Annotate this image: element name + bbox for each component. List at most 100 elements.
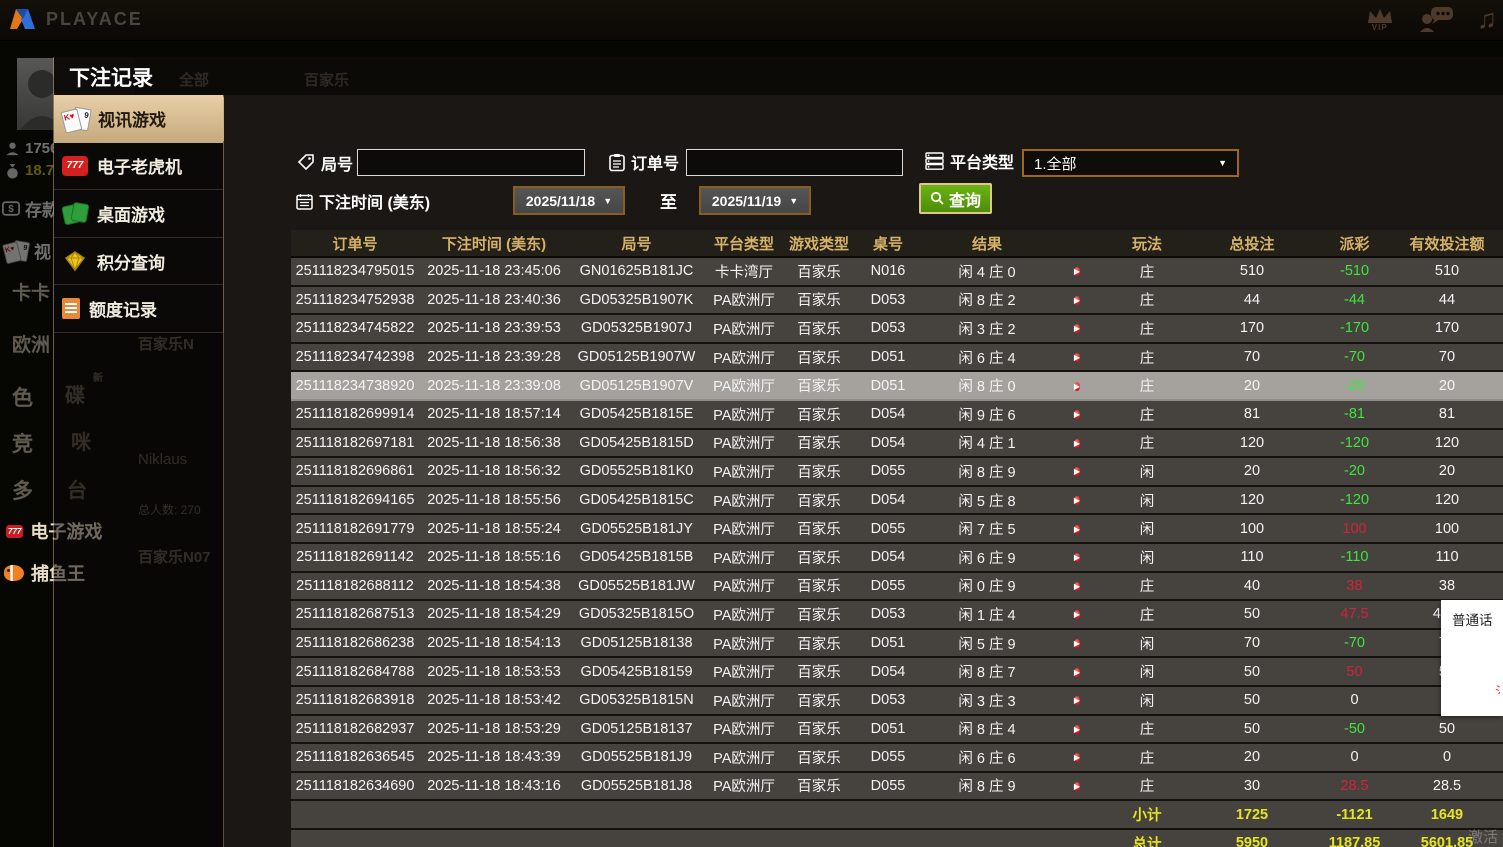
platform-select[interactable]: 1.全部 ▼: [1022, 149, 1239, 177]
chat-button[interactable]: [1419, 5, 1455, 33]
play-button[interactable]: ▶: [1074, 525, 1080, 534]
cell-result: 闲 4 庄 0: [922, 261, 1052, 282]
cell-time: 2025-11-18 18:53:42: [419, 692, 569, 708]
sidebar-item-video-games[interactable]: K♥9 视讯游戏: [54, 95, 223, 143]
cell-payout: -510: [1312, 263, 1397, 279]
table-row[interactable]: 251118234745822 2025-11-18 23:39:53 GD05…: [291, 315, 1503, 344]
cell-platform: PA欧洲厅: [704, 718, 784, 739]
cell-status: 已派彩: [1497, 347, 1503, 368]
cell-valid-bet: 20: [1397, 463, 1497, 479]
cell-wager-type: 庄: [1102, 375, 1192, 396]
cell-result: 闲 8 庄 7: [922, 661, 1052, 682]
cell-time: 2025-11-18 18:53:29: [419, 721, 569, 737]
table-row[interactable]: 251118182699914 2025-11-18 18:57:14 GD05…: [291, 401, 1503, 430]
table-row[interactable]: 251118182688112 2025-11-18 18:54:38 GD05…: [291, 573, 1503, 602]
table-row[interactable]: 251118234795015 2025-11-18 23:45:06 GN01…: [291, 258, 1503, 287]
col-header: 总投注: [1192, 233, 1312, 254]
table-row[interactable]: 251118234752938 2025-11-18 23:40:36 GD05…: [291, 287, 1503, 316]
cell-total-bet: 44: [1192, 292, 1312, 308]
bet-time-label: 下注时间 (美东): [296, 189, 430, 213]
cell-round: GD05525B181J9: [569, 749, 704, 765]
cell-payout: -70: [1312, 349, 1397, 365]
round-input[interactable]: [357, 149, 585, 176]
cell-time: 2025-11-18 18:57:14: [419, 406, 569, 422]
date-to-select[interactable]: 2025/11/19 ▼: [699, 186, 811, 215]
sidebar-item-table-games[interactable]: 桌面游戏: [54, 190, 223, 238]
red-partial-glyph: 氵: [1495, 681, 1502, 694]
cell-status: 已派彩: [1497, 404, 1503, 425]
cell-play: ▶: [1052, 348, 1102, 366]
play-button[interactable]: ▶: [1074, 696, 1080, 705]
play-button[interactable]: ▶: [1074, 296, 1080, 305]
sidebar-item-points[interactable]: 积分查询: [54, 238, 223, 286]
play-button[interactable]: ▶: [1074, 553, 1080, 562]
cell-payout: -120: [1312, 492, 1397, 508]
table-row[interactable]: 251118182636545 2025-11-18 18:43:39 GD05…: [291, 744, 1503, 773]
play-button[interactable]: ▶: [1074, 496, 1080, 505]
sidebar-item-slots[interactable]: 777 电子老虎机: [54, 143, 223, 191]
table-row[interactable]: 251118182683918 2025-11-18 18:53:42 GD05…: [291, 687, 1503, 716]
cell-play: ▶: [1052, 262, 1102, 280]
vip-button[interactable]: VIP: [1363, 6, 1397, 32]
cell-game: 百家乐: [784, 661, 854, 682]
table-row[interactable]: 251118182697181 2025-11-18 18:56:38 GD05…: [291, 430, 1503, 459]
play-button[interactable]: ▶: [1074, 582, 1080, 591]
cell-table: D055: [854, 578, 922, 594]
table-row[interactable]: 251118182694165 2025-11-18 18:55:56 GD05…: [291, 487, 1503, 516]
table-row[interactable]: 251118234742398 2025-11-18 23:39:28 GD05…: [291, 344, 1503, 373]
cell-game: 百家乐: [784, 261, 854, 282]
cell-payout: 47.5: [1312, 606, 1397, 622]
cell-play: ▶: [1052, 777, 1102, 795]
cell-game: 百家乐: [784, 747, 854, 768]
play-button[interactable]: ▶: [1074, 610, 1080, 619]
cell-wager-type: 庄: [1102, 747, 1192, 768]
cell-wager-type: 庄: [1102, 718, 1192, 739]
cell-play: ▶: [1052, 748, 1102, 766]
cell-valid-bet: 28.5: [1397, 778, 1497, 794]
table-row[interactable]: 251118182691779 2025-11-18 18:55:24 GD05…: [291, 515, 1503, 544]
play-button[interactable]: ▶: [1074, 353, 1080, 362]
cell-platform: PA欧洲厅: [704, 404, 784, 425]
cell-status: 已派彩: [1497, 461, 1503, 482]
top-bar: PLAYACE VIP ♫: [0, 0, 1503, 41]
screen: 1756 18.7 $ 存款 K♥9 视 卡卡 欧洲 色 竞 多 777 电子游…: [0, 0, 1503, 847]
play-button[interactable]: ▶: [1074, 782, 1080, 791]
cell-time: 2025-11-18 23:39:28: [419, 349, 569, 365]
table-row[interactable]: 251118182686238 2025-11-18 18:54:13 GD05…: [291, 630, 1503, 659]
play-button[interactable]: ▶: [1074, 467, 1080, 476]
cell-order: 251118234795015: [291, 263, 419, 279]
play-button[interactable]: ▶: [1074, 410, 1080, 419]
cell-valid-bet: 50: [1397, 721, 1497, 737]
cell-play: ▶: [1052, 663, 1102, 681]
ghost-card-title-2: 百家乐N07: [138, 546, 211, 567]
order-input[interactable]: [686, 149, 903, 176]
query-button[interactable]: 查询: [919, 183, 992, 214]
play-button[interactable]: ▶: [1074, 668, 1080, 677]
play-button[interactable]: ▶: [1074, 324, 1080, 333]
play-button[interactable]: ▶: [1074, 753, 1080, 762]
play-button[interactable]: ▶: [1074, 439, 1080, 448]
cell-valid-bet: 120: [1397, 492, 1497, 508]
cell-time: 2025-11-18 23:39:53: [419, 320, 569, 336]
cell-platform: PA欧洲厅: [704, 747, 784, 768]
sidebar-item-quota[interactable]: 额度记录: [54, 285, 223, 333]
music-button[interactable]: ♫: [1477, 4, 1497, 34]
date-from-select[interactable]: 2025/11/18 ▼: [513, 186, 625, 215]
play-button[interactable]: ▶: [1074, 382, 1080, 391]
play-button[interactable]: ▶: [1074, 725, 1080, 734]
table-row[interactable]: 251118182691142 2025-11-18 18:55:16 GD05…: [291, 544, 1503, 573]
table-row[interactable]: 251118234738920 2025-11-18 23:39:08 GD05…: [291, 372, 1503, 401]
cell-round: GD05525B181J8: [569, 778, 704, 794]
cell-time: 2025-11-18 18:43:39: [419, 749, 569, 765]
table-row[interactable]: 251118182684788 2025-11-18 18:53:53 GD05…: [291, 658, 1503, 687]
cell-platform: PA欧洲厅: [704, 604, 784, 625]
table-row[interactable]: 251118182634690 2025-11-18 18:43:16 GD05…: [291, 773, 1503, 802]
table-row[interactable]: 251118182682937 2025-11-18 18:53:29 GD05…: [291, 716, 1503, 745]
cell-game: 百家乐: [784, 604, 854, 625]
play-button[interactable]: ▶: [1074, 267, 1080, 276]
table-row[interactable]: 251118182687513 2025-11-18 18:54:29 GD05…: [291, 601, 1503, 630]
play-button[interactable]: ▶: [1074, 639, 1080, 648]
table-row[interactable]: 251118182696861 2025-11-18 18:56:32 GD05…: [291, 458, 1503, 487]
cell-platform: PA欧洲厅: [704, 575, 784, 596]
cell-table: D054: [854, 435, 922, 451]
